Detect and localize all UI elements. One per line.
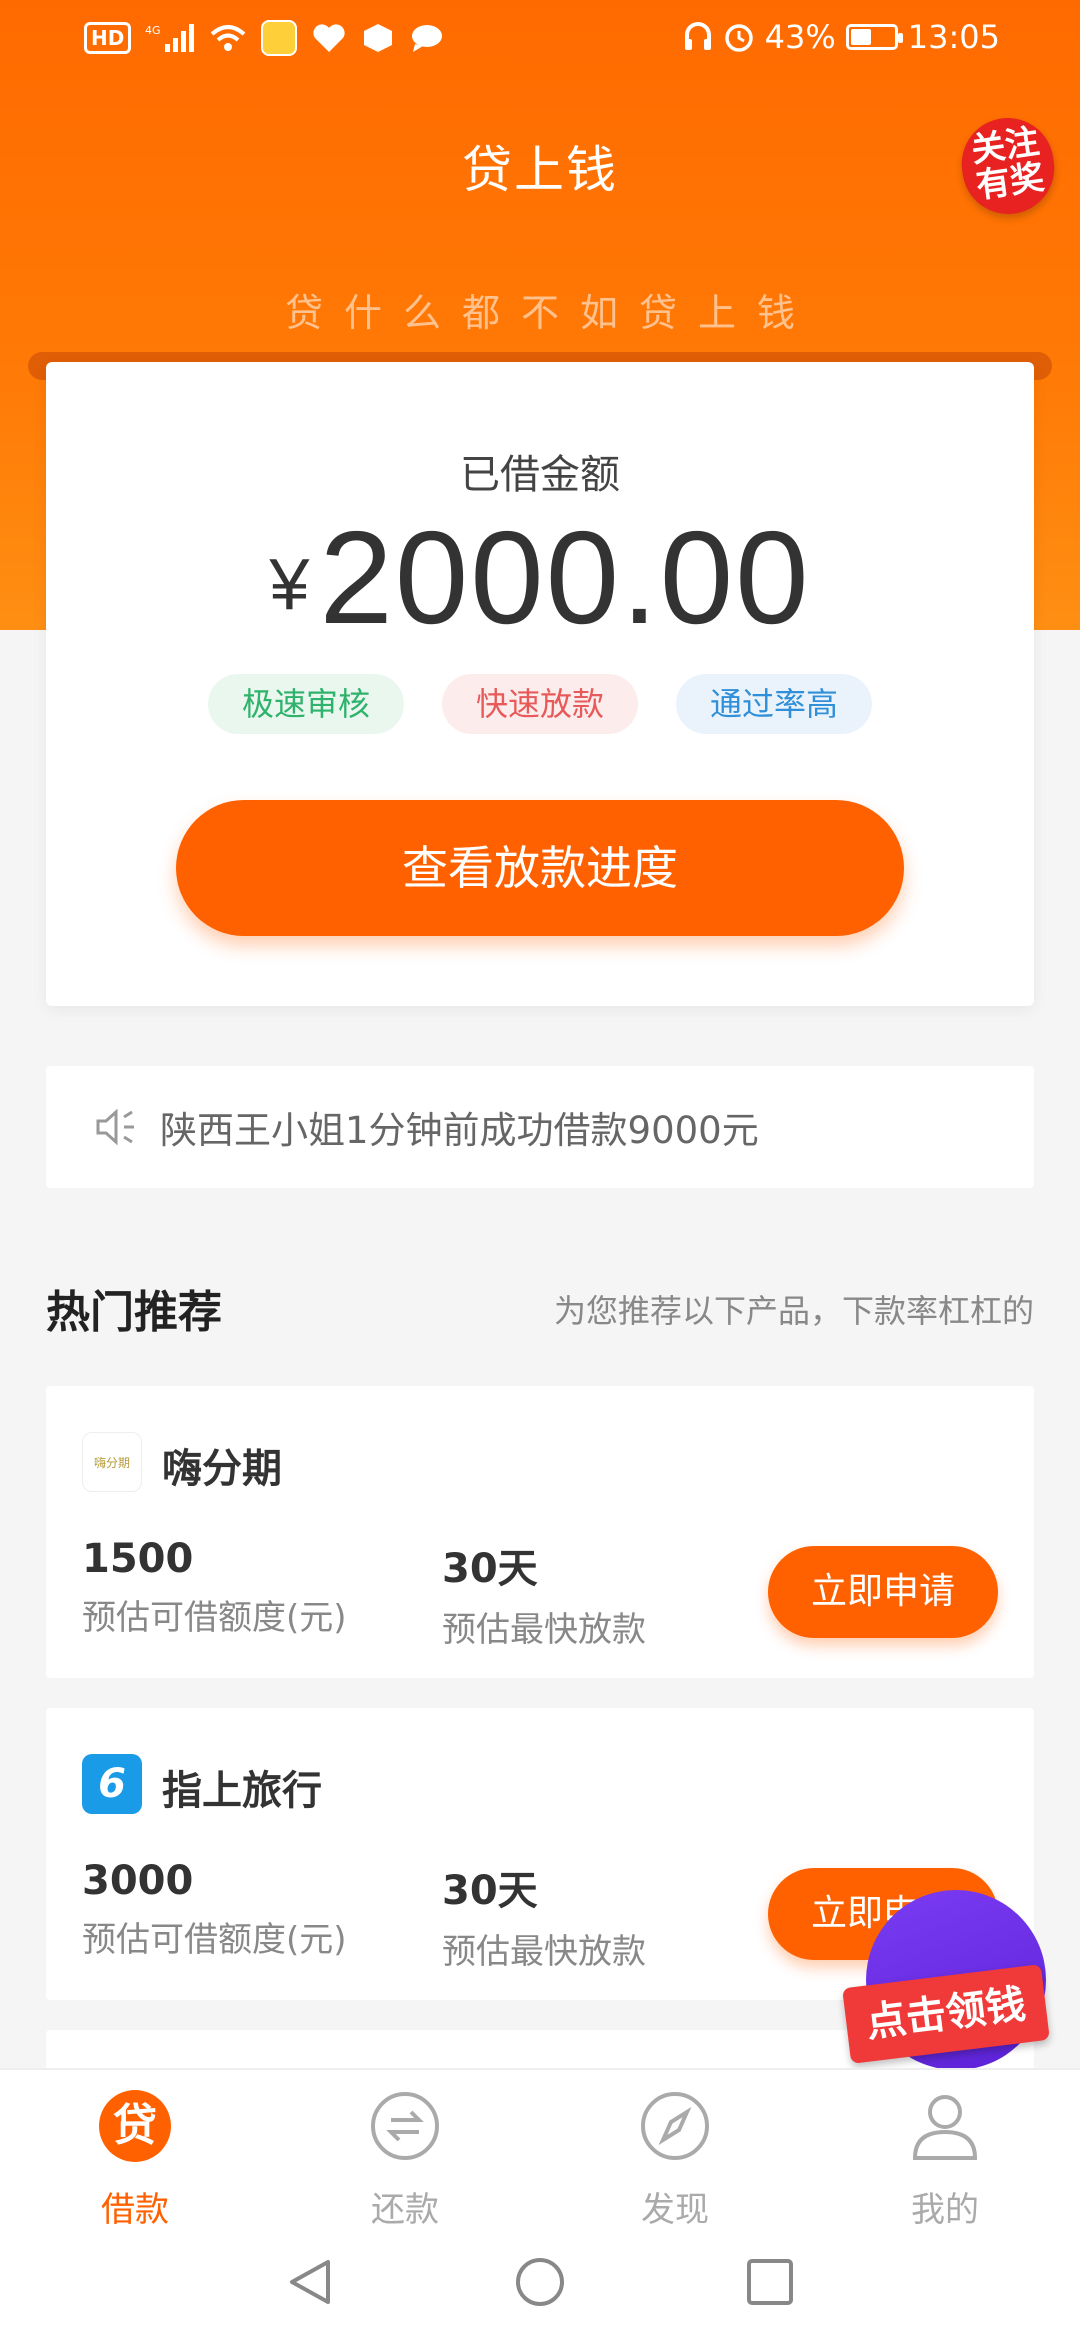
view-progress-button[interactable]: 查看放款进度 [176,800,904,936]
health-icon [311,22,347,54]
battery-percent: 43% [764,18,836,56]
amount-label: 预估可借额度(元) [82,1920,347,1960]
feature-tags: 极速审核 快速放款 通过率高 [46,674,1034,734]
loan-amount-card: 已借金额 ¥2000.00 极速审核 快速放款 通过率高 查看放款进度 [46,362,1034,1006]
tag-fast-review: 极速审核 [207,674,404,734]
product-card-hai[interactable]: 嗨分期 嗨分期 1500 预估可借额度(元) 30天 预估最快放款 立即申请 [46,1386,1034,1678]
product-name: 指上旅行 [162,1768,322,1814]
section-title: 热门推荐 [46,1287,222,1338]
tag-high-approval: 通过率高 [676,674,873,734]
days-value: 30天 [442,1868,538,1914]
days-label: 预估最快放款 [442,1932,646,1972]
product-logo: 嗨分期 [82,1432,142,1492]
system-navigation-bar [0,2224,1080,2340]
clock: 13:05 [907,18,1000,56]
alarm-icon [723,21,755,53]
tab-repay[interactable]: 还款 [270,2070,540,2230]
product-payout-time: 30天 预估最快放款 [442,1536,646,1651]
headset-icon [683,21,713,53]
hd-icon: HD [84,22,132,54]
exchange-icon [371,2092,439,2160]
battery-icon [845,24,903,50]
speaker-icon [96,1108,134,1146]
product-logo: 6 [82,1754,142,1814]
product-amount: 1500 预估可借额度(元) [82,1536,347,1639]
page-title: 贷上钱 [462,141,618,199]
shield-icon [361,22,395,54]
currency-symbol: ¥ [269,545,310,625]
back-icon[interactable] [284,2256,336,2308]
amount-label: 预估可借额度(元) [82,1598,347,1638]
tab-mine[interactable]: 我的 [810,2070,1080,2230]
home-icon[interactable] [514,2256,566,2308]
compass-icon [641,2092,709,2160]
apply-now-button[interactable]: 立即申请 [768,1546,998,1638]
product-amount: 3000 预估可借额度(元) [82,1858,347,1961]
amount-value: 1500 [82,1536,194,1582]
bottom-tab-bar: 贷 借款 还款 发现 我的 [0,2068,1080,2230]
user-icon [912,2095,978,2160]
battery-level [850,29,871,45]
product-name: 嗨分期 [162,1446,282,1492]
tab-loan[interactable]: 贷 借款 [0,2070,270,2230]
claim-money-float-button[interactable]: 点击领钱 [842,1880,1060,2070]
notice-bar: 陕西王小姐1分钟前成功借款9000元 [46,1066,1034,1188]
signal-icon: 4G [145,22,195,54]
recent-apps-icon[interactable] [744,2256,796,2308]
status-bar: HD 4G 43% 13:05 [0,0,1080,80]
slogan: 贷什么都不如贷上钱 [284,291,816,335]
wifi-icon [209,22,247,54]
notice-text: 陕西王小姐1分钟前成功借款9000元 [160,1109,759,1152]
borrowed-amount-label: 已借金额 [460,452,620,498]
borrowed-amount: ¥2000.00 [46,502,1034,653]
product-payout-time: 30天 预估最快放款 [442,1858,646,1973]
amount-value: 2000.00 [319,504,811,651]
tag-fast-payout: 快速放款 [441,674,638,734]
tab-discover[interactable]: 发现 [540,2070,810,2230]
days-label: 预估最快放款 [442,1610,646,1650]
message-icon [409,22,445,54]
app-notification-icon [261,20,298,56]
section-subtitle: 为您推荐以下产品，下款率杠杠的 [553,1292,1034,1330]
loan-icon: 贷 [99,2090,171,2162]
days-value: 30天 [442,1546,538,1592]
amount-value: 3000 [82,1858,194,1904]
svg-text:4G: 4G [145,24,161,37]
